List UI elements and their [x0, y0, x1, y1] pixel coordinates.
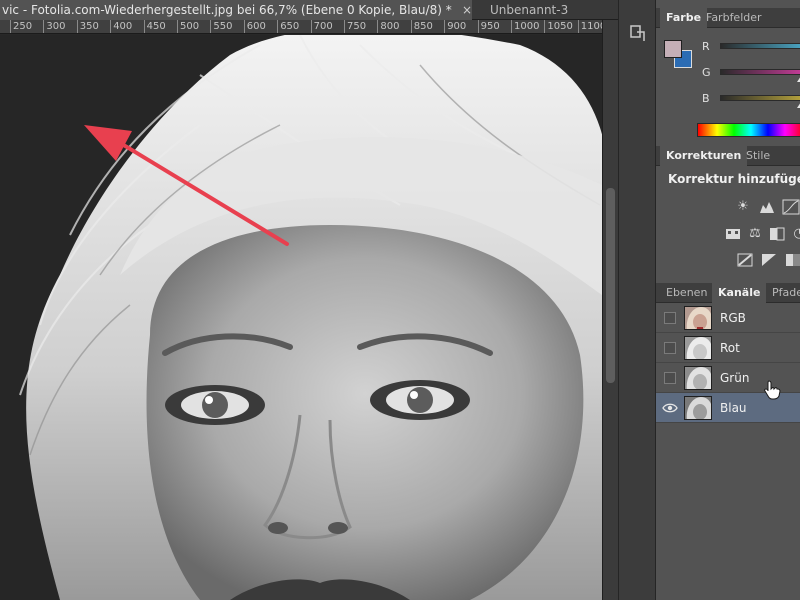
- tab-kanaele-label: Kanäle: [718, 286, 761, 299]
- tab-stile-label: Stile: [746, 149, 771, 162]
- tab-ebenen[interactable]: Ebenen: [660, 283, 713, 303]
- document-tab-title: vic - Fotolia.com-Wiederhergestellt.jpg …: [2, 3, 452, 17]
- tab-ebenen-label: Ebenen: [666, 286, 708, 299]
- gradient-map-icon[interactable]: [784, 252, 800, 268]
- slider-r[interactable]: [720, 43, 800, 49]
- slider-g[interactable]: [720, 69, 800, 75]
- document-tab-active[interactable]: vic - Fotolia.com-Wiederhergestellt.jpg …: [0, 0, 472, 20]
- posterize-icon[interactable]: [760, 252, 778, 268]
- panel-dock: [618, 0, 656, 600]
- ruler-tick: 600: [243, 20, 266, 33]
- tab-stile[interactable]: Stile: [740, 146, 776, 166]
- ruler-tick: 700: [310, 20, 333, 33]
- tab-farbfelder-label: Farbfelder: [706, 11, 762, 24]
- brightness-icon[interactable]: ☀: [734, 199, 752, 215]
- channel-name: RGB: [720, 311, 746, 325]
- ruler-tick: 250: [10, 20, 32, 33]
- visibility-toggle[interactable]: [664, 342, 676, 354]
- channel-thumbnail-blau: [684, 396, 712, 420]
- color-panel-tabs: Farbe Farbfelder: [656, 8, 800, 28]
- tab-farbe-label: Farbe: [666, 11, 702, 24]
- ruler-tick: 350: [76, 20, 99, 33]
- slider-label-g: G: [702, 66, 711, 79]
- document-tab-title-2: Unbenannt-3: [490, 3, 569, 17]
- visibility-toggle[interactable]: [664, 372, 676, 384]
- slider-b[interactable]: [720, 95, 800, 101]
- ruler-tick: 750: [344, 20, 366, 33]
- tab-kanaele[interactable]: Kanäle: [712, 283, 767, 303]
- ruler-tick: 400: [110, 20, 132, 33]
- vertical-scrollbar[interactable]: [602, 20, 618, 600]
- portrait-photo: [0, 35, 602, 600]
- close-tab-icon[interactable]: ×: [462, 0, 472, 20]
- ruler-tick: 1100: [577, 20, 602, 33]
- tab-farbfelder[interactable]: Farbfelder: [700, 8, 768, 28]
- ruler-tick: 550: [210, 20, 232, 33]
- right-panels: Farbe Farbfelder R G B Korrekturen Stile…: [656, 0, 800, 600]
- ruler-tick: 1050: [544, 20, 573, 33]
- channel-row-rgb[interactable]: RGB: [656, 303, 800, 333]
- tab-pfade-label: Pfade: [772, 286, 800, 299]
- image-canvas[interactable]: [0, 35, 602, 600]
- levels-icon[interactable]: [758, 199, 776, 215]
- ruler-tick: 800: [377, 20, 399, 33]
- document-tab-unbenannt[interactable]: Unbenannt-3: [476, 0, 616, 20]
- tab-korrekturen-label: Korrekturen: [666, 149, 742, 162]
- photo-filter-icon[interactable]: ◔: [790, 226, 800, 242]
- eye-icon[interactable]: [662, 401, 678, 415]
- tab-pfade[interactable]: Pfade: [766, 283, 800, 303]
- channel-row-rot[interactable]: Rot: [656, 333, 800, 363]
- ruler-tick: 1000: [511, 20, 539, 33]
- corrections-panel-tabs: Korrekturen Stile: [656, 146, 800, 166]
- curves-icon[interactable]: [782, 199, 800, 215]
- tab-korrekturen[interactable]: Korrekturen: [660, 146, 748, 166]
- channel-name: Rot: [720, 341, 740, 355]
- horizontal-ruler: 250 300 350 400 450 500 550 600 650 700 750 800 850 9…: [0, 20, 602, 34]
- corrections-title: Korrektur hinzufügen: [668, 172, 800, 186]
- ruler-tick: 900: [444, 20, 466, 33]
- hand-cursor-icon: [764, 380, 781, 400]
- foreground-color-swatch[interactable]: [664, 40, 682, 58]
- history-icon[interactable]: [627, 22, 649, 44]
- black-white-icon[interactable]: [768, 226, 786, 242]
- channel-thumbnail-rgb: [684, 306, 712, 330]
- scrollbar-thumb[interactable]: [606, 188, 615, 383]
- balance-icon[interactable]: ⚖: [746, 226, 764, 242]
- channel-name: Grün: [720, 371, 750, 385]
- visibility-toggle[interactable]: [664, 312, 676, 324]
- channel-thumbnail-rot: [684, 336, 712, 360]
- slider-label-b: B: [702, 92, 710, 105]
- ruler-tick: 650: [277, 20, 299, 33]
- invert-icon[interactable]: [736, 252, 754, 268]
- ruler-tick: 450: [143, 20, 166, 33]
- ruler-tick: 300: [43, 20, 65, 33]
- ruler-tick: 500: [177, 20, 199, 33]
- color-spectrum[interactable]: [697, 123, 800, 137]
- ruler-tick: 850: [410, 20, 433, 33]
- channel-name: Blau: [720, 401, 747, 415]
- channel-thumbnail-gruen: [684, 366, 712, 390]
- ruler-tick: 950: [477, 20, 500, 33]
- slider-label-r: R: [702, 40, 710, 53]
- film-icon[interactable]: [724, 226, 742, 242]
- document-tab-bar: vic - Fotolia.com-Wiederhergestellt.jpg …: [0, 0, 620, 20]
- layers-panel-tabs: Ebenen Kanäle Pfade: [656, 283, 800, 303]
